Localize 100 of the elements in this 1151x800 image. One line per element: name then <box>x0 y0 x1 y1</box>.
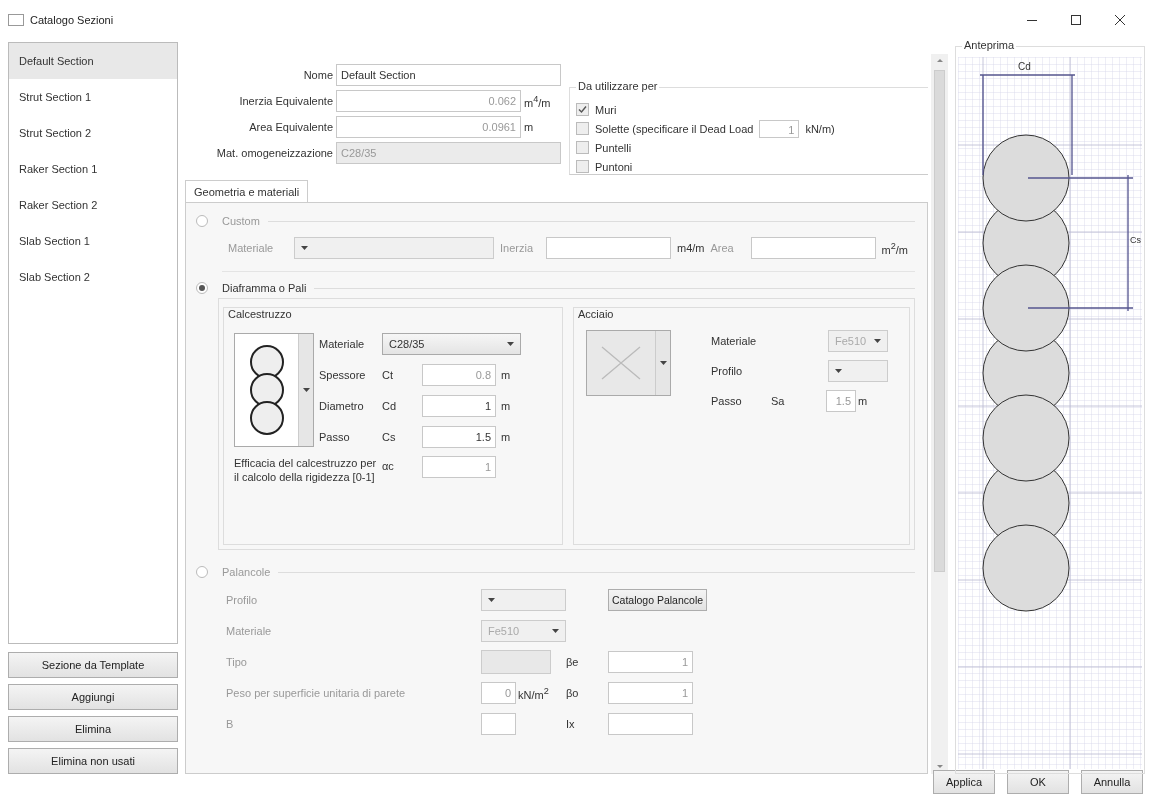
description-text: Efficacia del calcestruzzo per il calcolo della rigidezza [0-1] <box>234 456 377 484</box>
sidebar-button[interactable]: Aggiungi <box>8 684 178 710</box>
caret-icon <box>301 246 308 250</box>
dropdown[interactable] <box>828 360 888 382</box>
input-field[interactable]: 1.5 <box>422 425 496 448</box>
checkbox-label: Solette (specificare il Dead Load <box>595 122 754 135</box>
close-icon[interactable] <box>1115 15 1125 25</box>
field-label: Diametro <box>319 399 365 412</box>
dialog-button[interactable]: Annulla <box>1081 770 1143 794</box>
symbol-label: βe <box>566 656 580 668</box>
option-label: Palancole <box>222 566 271 578</box>
checkbox[interactable] <box>576 141 589 154</box>
symbol-label: Cs <box>382 430 397 443</box>
symbol-label: Ct <box>382 368 394 381</box>
checkbox[interactable] <box>576 122 589 135</box>
field-label: Passo <box>710 395 743 407</box>
group-title: Anteprima <box>962 39 1017 51</box>
unit-label: m4/m <box>677 242 705 254</box>
input-field[interactable]: 1 <box>422 394 496 417</box>
unit-label: kN/m) <box>805 122 835 135</box>
radio-button[interactable] <box>196 215 208 227</box>
field-label: Profilo <box>710 365 744 377</box>
field-label: Materiale <box>228 242 275 254</box>
input-field[interactable] <box>608 713 693 735</box>
input-field[interactable]: Default Section <box>336 64 561 86</box>
window-title: Catalogo Sezioni <box>30 14 114 26</box>
section-item[interactable]: Default Section <box>9 43 177 79</box>
cross-icon <box>601 346 641 380</box>
checkbox[interactable] <box>576 160 589 173</box>
dropdown[interactable] <box>294 237 494 259</box>
section-item[interactable]: Raker Section 1 <box>9 151 177 187</box>
symbol-label: αc <box>382 459 395 472</box>
symbol-label: βo <box>566 687 580 699</box>
radio-button[interactable] <box>196 282 208 294</box>
dialog-button[interactable]: Applica <box>933 770 995 794</box>
field-label: Inerzia <box>500 242 535 254</box>
radio-button[interactable] <box>196 566 208 578</box>
section-item[interactable]: Strut Section 1 <box>9 79 177 115</box>
tab[interactable]: Geometria e materiali <box>185 180 309 202</box>
checkbox[interactable] <box>576 103 589 116</box>
caret-icon <box>659 361 667 365</box>
unit-label: kN/m$^{2}$ <box>518 685 549 701</box>
catalog-button[interactable]: Catalogo Palancole <box>608 589 708 611</box>
sidebar-button[interactable]: Elimina <box>8 716 178 742</box>
field-label: Materiale <box>319 337 366 350</box>
section-item[interactable]: Raker Section 2 <box>9 187 177 223</box>
window-icon <box>8 14 24 26</box>
input-field[interactable] <box>481 713 516 735</box>
field-label: Materiale <box>710 335 758 347</box>
symbol-label: Sa <box>771 395 786 407</box>
unit-label: m <box>858 395 868 407</box>
vertical-scrollbar[interactable] <box>931 54 948 774</box>
unit-label: m <box>524 121 535 133</box>
checkbox-label: Puntoni <box>595 160 633 173</box>
symbol-label: Ix <box>566 718 576 730</box>
dimension-label: Cd <box>1018 61 1031 72</box>
section-item[interactable]: Slab Section 2 <box>9 259 177 295</box>
option-label: Custom <box>222 215 260 227</box>
caret-icon <box>552 629 559 633</box>
caret-icon <box>507 341 514 346</box>
maximize-icon[interactable] <box>1071 15 1081 25</box>
checkbox-label: Puntelli <box>595 141 632 154</box>
input-field[interactable] <box>546 237 671 259</box>
group-title: Calcestruzzo <box>228 308 292 320</box>
field-label: Nome <box>302 69 333 81</box>
input-field[interactable] <box>750 237 876 259</box>
dropdown[interactable]: C28/35 <box>382 332 521 355</box>
field-label: B <box>226 718 235 730</box>
section-item[interactable]: Slab Section 1 <box>9 223 177 259</box>
field-label: Profilo <box>226 594 259 606</box>
caret-icon <box>302 388 310 392</box>
unit-label: m$^{4}$/m <box>524 93 552 109</box>
field-label: Area Equivalente <box>248 121 333 133</box>
sidebar-button[interactable]: Sezione da Template <box>8 652 178 678</box>
dialog-button[interactable]: OK <box>1007 770 1069 794</box>
symbol-label: Cd <box>382 399 398 412</box>
field-label: Tipo <box>226 656 248 668</box>
field-label: Mat. omogeneizzazione <box>215 147 333 159</box>
unit-label: m <box>501 368 512 381</box>
group-title: Da utilizzare per <box>576 80 660 92</box>
option-label: Diaframma o Pali <box>222 282 307 294</box>
type-box <box>481 650 551 674</box>
unit-label: m <box>501 430 512 443</box>
shape-picker[interactable] <box>234 333 314 447</box>
field-label: Materiale <box>226 625 273 637</box>
field-label: Area <box>710 242 735 254</box>
caret-icon <box>835 369 842 373</box>
unit-label: m <box>501 399 512 412</box>
field-label: Spessore <box>319 368 367 381</box>
unit-label: m$^{2}$/m <box>881 240 908 256</box>
dimension-label: Cs <box>1130 235 1141 245</box>
caret-icon <box>874 339 881 343</box>
checkbox-label: Muri <box>595 103 617 116</box>
caret-icon <box>488 598 495 602</box>
field-label: Peso per superficie unitaria di parete <box>226 687 407 699</box>
group-title: Acciaio <box>578 308 614 320</box>
dropdown[interactable] <box>481 589 566 611</box>
field-label: Inerzia Equivalente <box>238 95 333 107</box>
section-item[interactable]: Strut Section 2 <box>9 115 177 151</box>
sidebar-button[interactable]: Elimina non usati <box>8 748 178 774</box>
